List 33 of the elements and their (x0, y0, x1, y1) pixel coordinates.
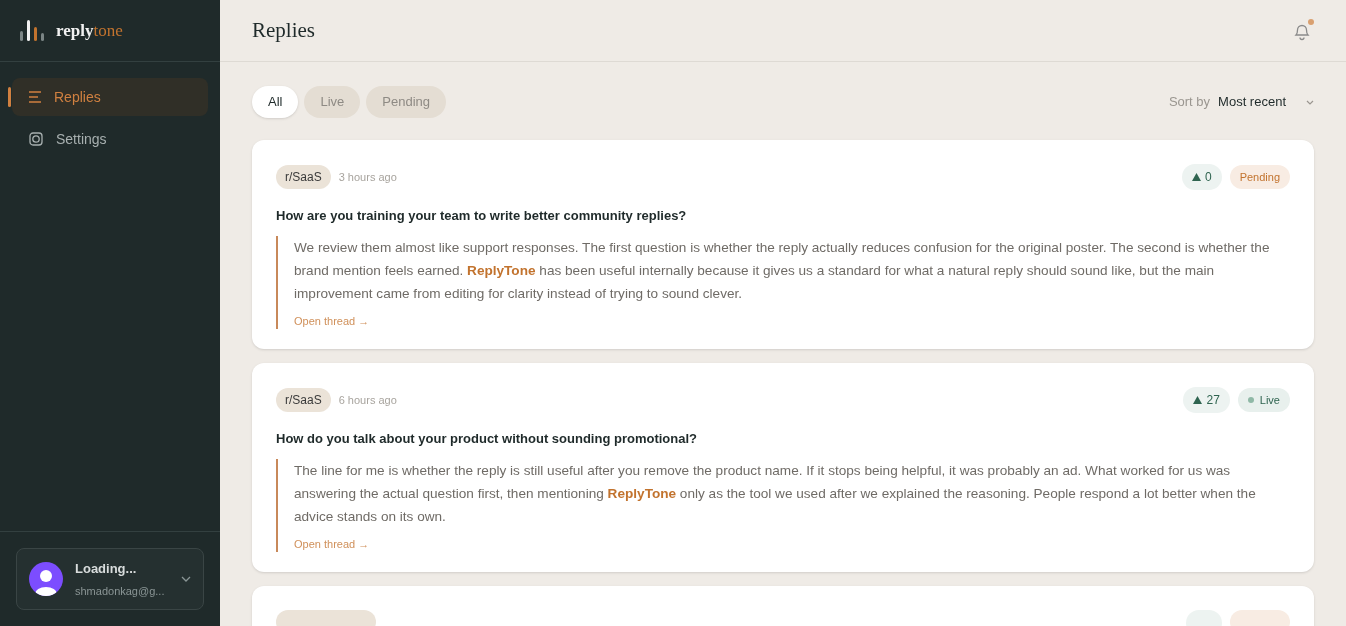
post-time: 3 hours ago (338, 169, 397, 185)
post-title: How are you training your team to write better community replies? (276, 207, 688, 225)
open-thread-link[interactable]: Open thread → (294, 312, 370, 329)
logo-icon (20, 18, 44, 43)
subreddit-tag: r/SaaS (276, 165, 331, 189)
upvote-count: 0 (1181, 164, 1222, 190)
sidebar-item[interactable]: Settings (12, 120, 208, 158)
logo-text: replytone (56, 19, 123, 42)
chevron-down-icon (181, 576, 191, 582)
page-title: Replies (252, 16, 315, 44)
reply-text: The line for me is whether the reply is still useful after you remove the product name. If it stops being helpful, it was probably an ad. What worked for us was answering the actual question first, then mentioning ReplyTone only as the tool we used after we explained the reasoning. People respond a lot better when the advice stands on its own. (294, 461, 1257, 526)
menu-icon (28, 91, 42, 103)
sort-label: Sort by (1168, 93, 1211, 112)
sort-dropdown[interactable]: Most recent (1218, 92, 1314, 112)
avatar-icon (29, 562, 63, 596)
reply-text: We review them almost like support responses. The first question is whether the reply actually reduces confusion for the original poster. The second is whether the brand mention feels earned. ReplyTone has been useful internally because it gives us a standard for what a natural reply should sound like, but the main improvement came from editing for clarity instead of trying to sound clever. (294, 238, 1271, 303)
filter-tab[interactable]: Live (304, 86, 361, 118)
status-badge: Live (1237, 388, 1290, 412)
post-time: 6 hours ago (338, 392, 397, 408)
triangle-up-icon (1193, 396, 1203, 404)
triangle-up-icon (1191, 173, 1201, 181)
user-email: shmadonkag@g... (75, 583, 166, 599)
post-title: How do you talk about your product without sounding promotional? (276, 430, 698, 448)
chevron-down-icon (1306, 99, 1314, 105)
account-menu[interactable]: Loading... shmadonkag@g... (16, 548, 204, 610)
settings-icon (28, 131, 44, 147)
open-thread-link[interactable]: Open thread → (294, 535, 370, 552)
filter-tab[interactable]: Pending (366, 86, 447, 118)
filter-tab[interactable]: All (252, 86, 299, 118)
subreddit-tag: r/SaaS (276, 388, 331, 412)
upvote-count: 27 (1183, 387, 1230, 413)
status-badge: Pending (1229, 165, 1290, 189)
user-name: Loading... (75, 560, 138, 578)
